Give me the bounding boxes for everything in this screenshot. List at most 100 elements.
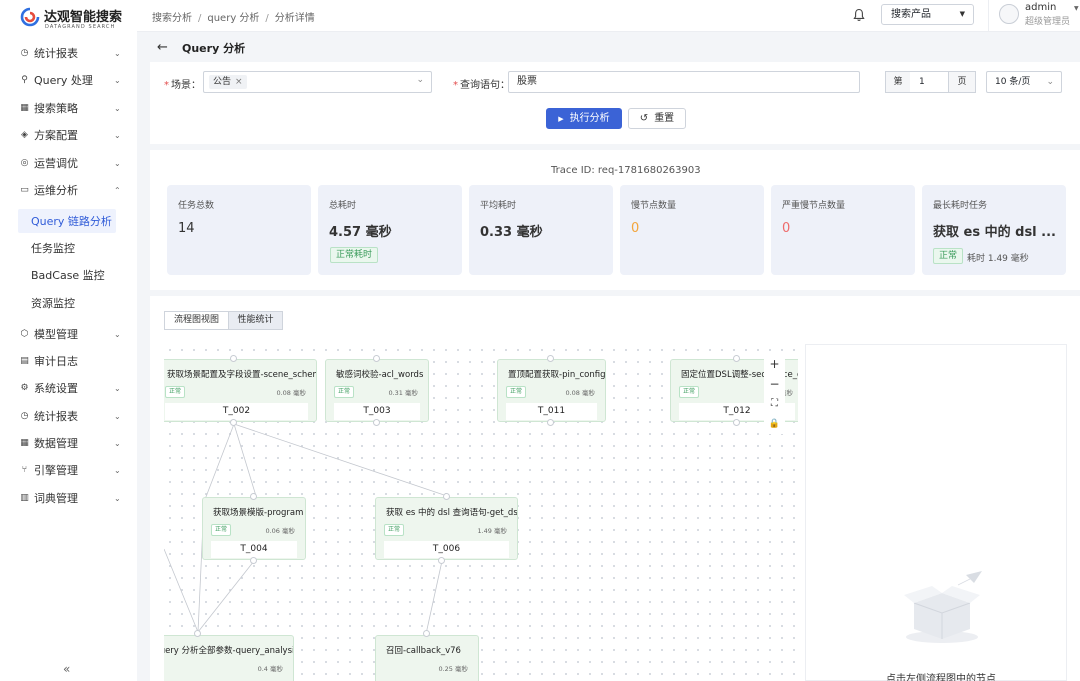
clock-icon: ◷	[20, 47, 29, 58]
flow-node[interactable]: 获取 es 中的 dsl 查询语句-get_dsl 正常 1.49 毫秒 T_0…	[375, 497, 518, 560]
sidebar-subitem-badcase-monitor[interactable]: BadCase 监控	[0, 263, 137, 287]
back-arrow-icon[interactable]: ←	[157, 40, 168, 55]
sidebar-item-scheme[interactable]: ◈ 方案配置 ⌄	[0, 122, 137, 148]
stat-card-total-time: 总耗时 4.57 毫秒 正常耗时	[318, 185, 462, 275]
breadcrumb: 搜索分析 / query 分析 / 分析详情	[152, 13, 315, 24]
zoom-out-icon[interactable]: −	[764, 374, 785, 394]
node-port[interactable]	[423, 630, 430, 637]
status-badge: 正常	[384, 524, 405, 536]
stat-value: 0	[782, 221, 791, 236]
node-id: T_006	[384, 541, 509, 558]
sidebar-item-audit-log[interactable]: ▤ 审计日志	[0, 348, 137, 374]
stat-value: 获取 es 中的 dsl ...	[933, 225, 1056, 240]
sidebar-item-operation[interactable]: ◎ 运营调优 ⌄	[0, 150, 137, 176]
lock-icon[interactable]: 🔒	[764, 414, 785, 434]
page-size-value: 10 条/页	[995, 77, 1031, 87]
node-port[interactable]	[373, 419, 380, 426]
reset-button[interactable]: ↺ 重置	[628, 108, 686, 129]
sidebar-item-stats-2[interactable]: ◷ 统计报表 ⌄	[0, 403, 137, 429]
product-select[interactable]: 搜索产品 ▼	[881, 4, 974, 25]
sidebar-item-settings[interactable]: ⚙ 系统设置 ⌄	[0, 375, 137, 401]
node-port[interactable]	[547, 419, 554, 426]
sidebar-subitem-query-trace[interactable]: Query 链路分析	[18, 209, 116, 233]
sidebar-item-model[interactable]: ⬡ 模型管理 ⌄	[0, 321, 137, 347]
page-size-select[interactable]: 10 条/页 ⌄	[986, 71, 1062, 93]
empty-hint: 点击左侧流程图中的节点	[886, 674, 996, 681]
sidebar-item-label: 任务监控	[31, 242, 75, 255]
node-title: Query 分析全部参数-query_analysis	[164, 646, 294, 656]
node-port[interactable]	[230, 419, 237, 426]
tab-performance[interactable]: 性能统计	[228, 311, 283, 330]
sidebar-item-stats[interactable]: ◷ 统计报表 ⌄	[0, 40, 137, 66]
node-port[interactable]	[547, 355, 554, 362]
sidebar-item-strategy[interactable]: ▦ 搜索策略 ⌄	[0, 95, 137, 121]
flow-node[interactable]: 获取场景配置及字段设置-scene_schema 正常 0.08 毫秒 T_00…	[164, 359, 317, 422]
node-duration: 0.31 毫秒	[388, 389, 418, 397]
page-number-input[interactable]: 1	[910, 71, 948, 93]
scene-select[interactable]: 公告 × ⌄	[203, 71, 432, 93]
node-id: T_003	[334, 403, 420, 420]
brand-logo[interactable]: 达观智能搜索 DATAGRAND SEARCH	[20, 5, 130, 35]
stat-card-avg-time: 平均耗时 0.33 毫秒	[469, 185, 613, 275]
flow-node[interactable]: 召回-callback_v76 0.25 毫秒	[375, 635, 479, 681]
tab-flow-view[interactable]: 流程图视图	[164, 311, 229, 330]
top-header: 搜索分析 / query 分析 / 分析详情 搜索产品 ▼ admin 超级管理员 ▼	[137, 0, 1080, 32]
sidebar-subitem-resource-monitor[interactable]: 资源监控	[0, 291, 137, 315]
bell-icon[interactable]	[853, 8, 865, 22]
chevron-down-icon: ⌄	[1046, 77, 1054, 87]
sidebar-item-data[interactable]: ▦ 数据管理 ⌄	[0, 430, 137, 456]
sidebar-item-engine[interactable]: ⑂ 引擎管理 ⌄	[0, 457, 137, 483]
flow-node[interactable]: 敏感词校验-acl_words 正常 0.31 毫秒 T_003	[325, 359, 429, 422]
fit-view-icon[interactable]: ⛶	[764, 394, 785, 414]
node-port[interactable]	[250, 493, 257, 500]
sidebar-item-label: 运营调优	[34, 157, 78, 170]
collapse-sidebar-icon[interactable]: «	[63, 662, 70, 676]
flow-node[interactable]: 获取场景模版-program 正常 0.06 毫秒 T_004	[202, 497, 306, 560]
node-duration: 0.4 毫秒	[257, 665, 283, 673]
stat-label: 慢节点数量	[631, 201, 677, 211]
node-port[interactable]	[230, 355, 237, 362]
node-port[interactable]	[373, 355, 380, 362]
chevron-down-icon: ⌄	[114, 75, 121, 85]
node-port[interactable]	[443, 493, 450, 500]
sidebar-item-query[interactable]: ⚲ Query 处理 ⌄	[0, 67, 137, 93]
flow-canvas[interactable]: 获取场景配置及字段设置-scene_schema 正常 0.08 毫秒 T_00…	[164, 344, 798, 681]
product-select-value: 搜索产品	[891, 9, 931, 20]
sidebar-item-label: 数据管理	[34, 437, 78, 450]
status-badge: 正常耗时	[330, 247, 379, 263]
node-id: T_002	[165, 403, 308, 420]
run-analysis-button[interactable]: ▶ 执行分析	[546, 108, 622, 129]
sidebar-item-label: 词典管理	[34, 492, 78, 505]
node-port[interactable]	[733, 355, 740, 362]
stat-card-longest-task: 最长耗时任务 获取 es 中的 dsl ... 正常 耗时 1.49 毫秒	[922, 185, 1066, 275]
zoom-in-icon[interactable]: +	[764, 354, 785, 374]
flow-node[interactable]: 置顶配置获取-pin_config 正常 0.08 毫秒 T_011	[497, 359, 606, 422]
sidebar-item-label: 资源监控	[31, 297, 75, 310]
node-duration: 0.06 毫秒	[265, 527, 295, 535]
sidebar-item-dictionary[interactable]: ▥ 词典管理 ⌄	[0, 485, 137, 511]
breadcrumb-item[interactable]: 搜索分析	[152, 13, 192, 24]
grid-icon: ▦	[20, 102, 29, 113]
sidebar-item-ops-analysis[interactable]: ▭ 运维分析 ⌃	[0, 177, 137, 203]
node-port[interactable]	[194, 630, 201, 637]
flow-node[interactable]: Query 分析全部参数-query_analysis 0.4 毫秒	[164, 635, 294, 681]
node-duration: 0.08 毫秒	[276, 389, 306, 397]
close-icon[interactable]: ×	[235, 77, 243, 87]
node-port[interactable]	[250, 557, 257, 564]
caret-down-icon[interactable]: ▼	[1074, 5, 1079, 12]
chevron-down-icon: ⌄	[114, 411, 121, 421]
chevron-down-icon: ⌄	[416, 75, 424, 85]
sidebar-subitem-task-monitor[interactable]: 任务监控	[0, 236, 137, 260]
node-port[interactable]	[733, 419, 740, 426]
brand-logo-icon	[20, 7, 40, 27]
user-name[interactable]: admin	[1025, 2, 1056, 13]
stat-card-slow-nodes: 慢节点数量 0	[620, 185, 764, 275]
query-input[interactable]: 股票	[508, 71, 860, 93]
avatar[interactable]	[999, 4, 1019, 24]
breadcrumb-item[interactable]: query 分析	[207, 13, 259, 24]
stat-value: 0.33 毫秒	[480, 225, 543, 240]
node-title: 召回-callback_v76	[386, 646, 461, 656]
chevron-down-icon: ⌄	[114, 158, 121, 168]
node-duration: 1.49 毫秒	[477, 527, 507, 535]
node-port[interactable]	[438, 557, 445, 564]
